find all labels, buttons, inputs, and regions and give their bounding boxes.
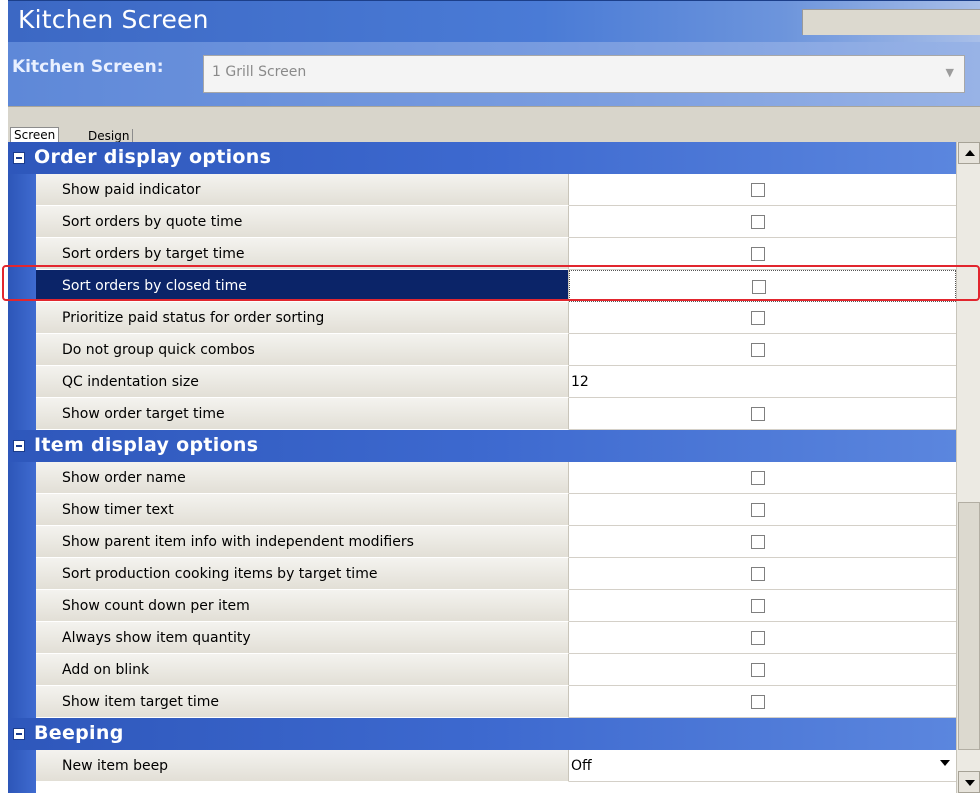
checkbox[interactable] <box>751 503 765 517</box>
property-row[interactable]: Sort orders by quote time <box>8 206 956 238</box>
tab-screen[interactable]: Screen <box>10 127 60 143</box>
kitchen-screen-label: Kitchen Screen: <box>12 57 164 77</box>
scroll-down-button[interactable] <box>958 771 980 793</box>
checkbox[interactable] <box>751 247 765 261</box>
property-row[interactable]: Add on blink <box>8 654 956 686</box>
property-label: Show timer text <box>36 494 569 526</box>
checkbox[interactable] <box>751 407 765 421</box>
minus-box-icon[interactable] <box>13 152 25 164</box>
tab-bar: Screen Design <box>8 106 980 143</box>
property-label: Always show item quantity <box>36 622 569 654</box>
property-dropdown-value[interactable]: Off <box>571 758 592 774</box>
window-title: Kitchen Screen <box>18 5 209 34</box>
property-text-value[interactable]: 12 <box>571 374 589 390</box>
property-label: Show count down per item <box>36 590 569 622</box>
checkbox[interactable] <box>751 535 765 549</box>
property-label: Sort orders by target time <box>36 238 569 270</box>
chevron-down-icon[interactable] <box>940 760 950 766</box>
arrow-down-icon <box>965 780 975 786</box>
property-row[interactable]: QC indentation size 12 <box>8 366 956 398</box>
property-row[interactable]: Sort orders by closed time <box>8 270 956 302</box>
property-value-cell[interactable] <box>569 270 956 302</box>
property-value-cell[interactable] <box>569 462 956 494</box>
checkbox[interactable] <box>751 183 765 197</box>
property-label: Add on blink <box>36 654 569 686</box>
property-row[interactable]: Always show item quantity <box>8 622 956 654</box>
property-value-cell[interactable] <box>569 622 956 654</box>
property-value-cell[interactable] <box>569 558 956 590</box>
property-row[interactable]: Show parent item info with independent m… <box>8 526 956 558</box>
section-title: Order display options <box>34 146 272 168</box>
property-label: Sort production cooking items by target … <box>36 558 569 590</box>
section-header[interactable]: Beeping <box>8 718 956 750</box>
arrow-up-icon <box>965 150 975 156</box>
property-row[interactable]: Show item target time <box>8 686 956 718</box>
property-row[interactable]: Sort production cooking items by target … <box>8 558 956 590</box>
chevron-down-icon[interactable]: ▼ <box>946 66 954 79</box>
checkbox[interactable] <box>751 471 765 485</box>
property-value-cell[interactable] <box>569 238 956 270</box>
checkbox[interactable] <box>751 567 765 581</box>
tab-design[interactable]: Design <box>85 129 134 143</box>
title-bar-panel <box>802 9 980 35</box>
minus-box-icon[interactable] <box>13 440 25 452</box>
kitchen-screen-window: Kitchen Screen Kitchen Screen: 1 Grill S… <box>0 0 980 793</box>
checkbox[interactable] <box>752 280 766 294</box>
section-title: Beeping <box>34 722 124 744</box>
property-value-cell[interactable] <box>569 206 956 238</box>
property-value-cell[interactable] <box>569 334 956 366</box>
checkbox[interactable] <box>751 343 765 357</box>
property-value-cell[interactable] <box>569 590 956 622</box>
section-header[interactable]: Order display options <box>8 142 956 174</box>
property-label: Show order target time <box>36 398 569 430</box>
property-value-cell[interactable] <box>569 494 956 526</box>
property-row[interactable]: Prioritize paid status for order sorting <box>8 302 956 334</box>
property-row[interactable]: Show order target time <box>8 398 956 430</box>
checkbox[interactable] <box>751 215 765 229</box>
property-row[interactable]: Sort orders by target time <box>8 238 956 270</box>
property-label: Do not group quick combos <box>36 334 569 366</box>
property-value-cell[interactable] <box>569 302 956 334</box>
property-label: Show item target time <box>36 686 569 718</box>
property-row[interactable]: Show paid indicator <box>8 174 956 206</box>
minus-box-icon[interactable] <box>13 728 25 740</box>
property-label: New item beep <box>36 750 569 782</box>
property-label: Show parent item info with independent m… <box>36 526 569 558</box>
property-label: Show paid indicator <box>36 174 569 206</box>
section-header[interactable]: Item display options <box>8 430 956 462</box>
property-row[interactable]: New item beep Off <box>8 750 956 782</box>
property-label: Show order name <box>36 462 569 494</box>
property-value-cell[interactable] <box>569 398 956 430</box>
property-row[interactable]: Show count down per item <box>8 590 956 622</box>
scroll-up-button[interactable] <box>958 142 980 164</box>
checkbox[interactable] <box>751 663 765 677</box>
property-label: Sort orders by closed time <box>36 270 569 302</box>
property-value-cell[interactable]: 12 <box>569 366 956 398</box>
property-label: QC indentation size <box>36 366 569 398</box>
property-row[interactable]: Show order name <box>8 462 956 494</box>
checkbox[interactable] <box>751 311 765 325</box>
property-value-cell[interactable] <box>569 686 956 718</box>
section-title: Item display options <box>34 434 259 456</box>
vertical-scrollbar[interactable] <box>956 142 980 793</box>
title-bar: Kitchen Screen <box>8 0 980 42</box>
property-value-cell[interactable] <box>569 174 956 206</box>
checkbox[interactable] <box>751 599 765 613</box>
kitchen-screen-select[interactable]: 1 Grill Screen ▼ <box>203 55 965 93</box>
property-label: Prioritize paid status for order sorting <box>36 302 569 334</box>
property-row[interactable]: Show timer text <box>8 494 956 526</box>
scroll-thumb[interactable] <box>958 502 980 750</box>
property-value-cell[interactable]: Off <box>569 750 956 782</box>
property-value-cell[interactable] <box>569 526 956 558</box>
kitchen-screen-select-value: 1 Grill Screen <box>212 64 307 80</box>
property-grid: Order display options Show paid indicator… <box>8 142 956 793</box>
property-value-cell[interactable] <box>569 654 956 686</box>
property-label: Sort orders by quote time <box>36 206 569 238</box>
kitchen-screen-selector-row: Kitchen Screen: 1 Grill Screen ▼ <box>8 42 980 106</box>
checkbox[interactable] <box>751 695 765 709</box>
property-row[interactable]: Do not group quick combos <box>8 334 956 366</box>
checkbox[interactable] <box>751 631 765 645</box>
